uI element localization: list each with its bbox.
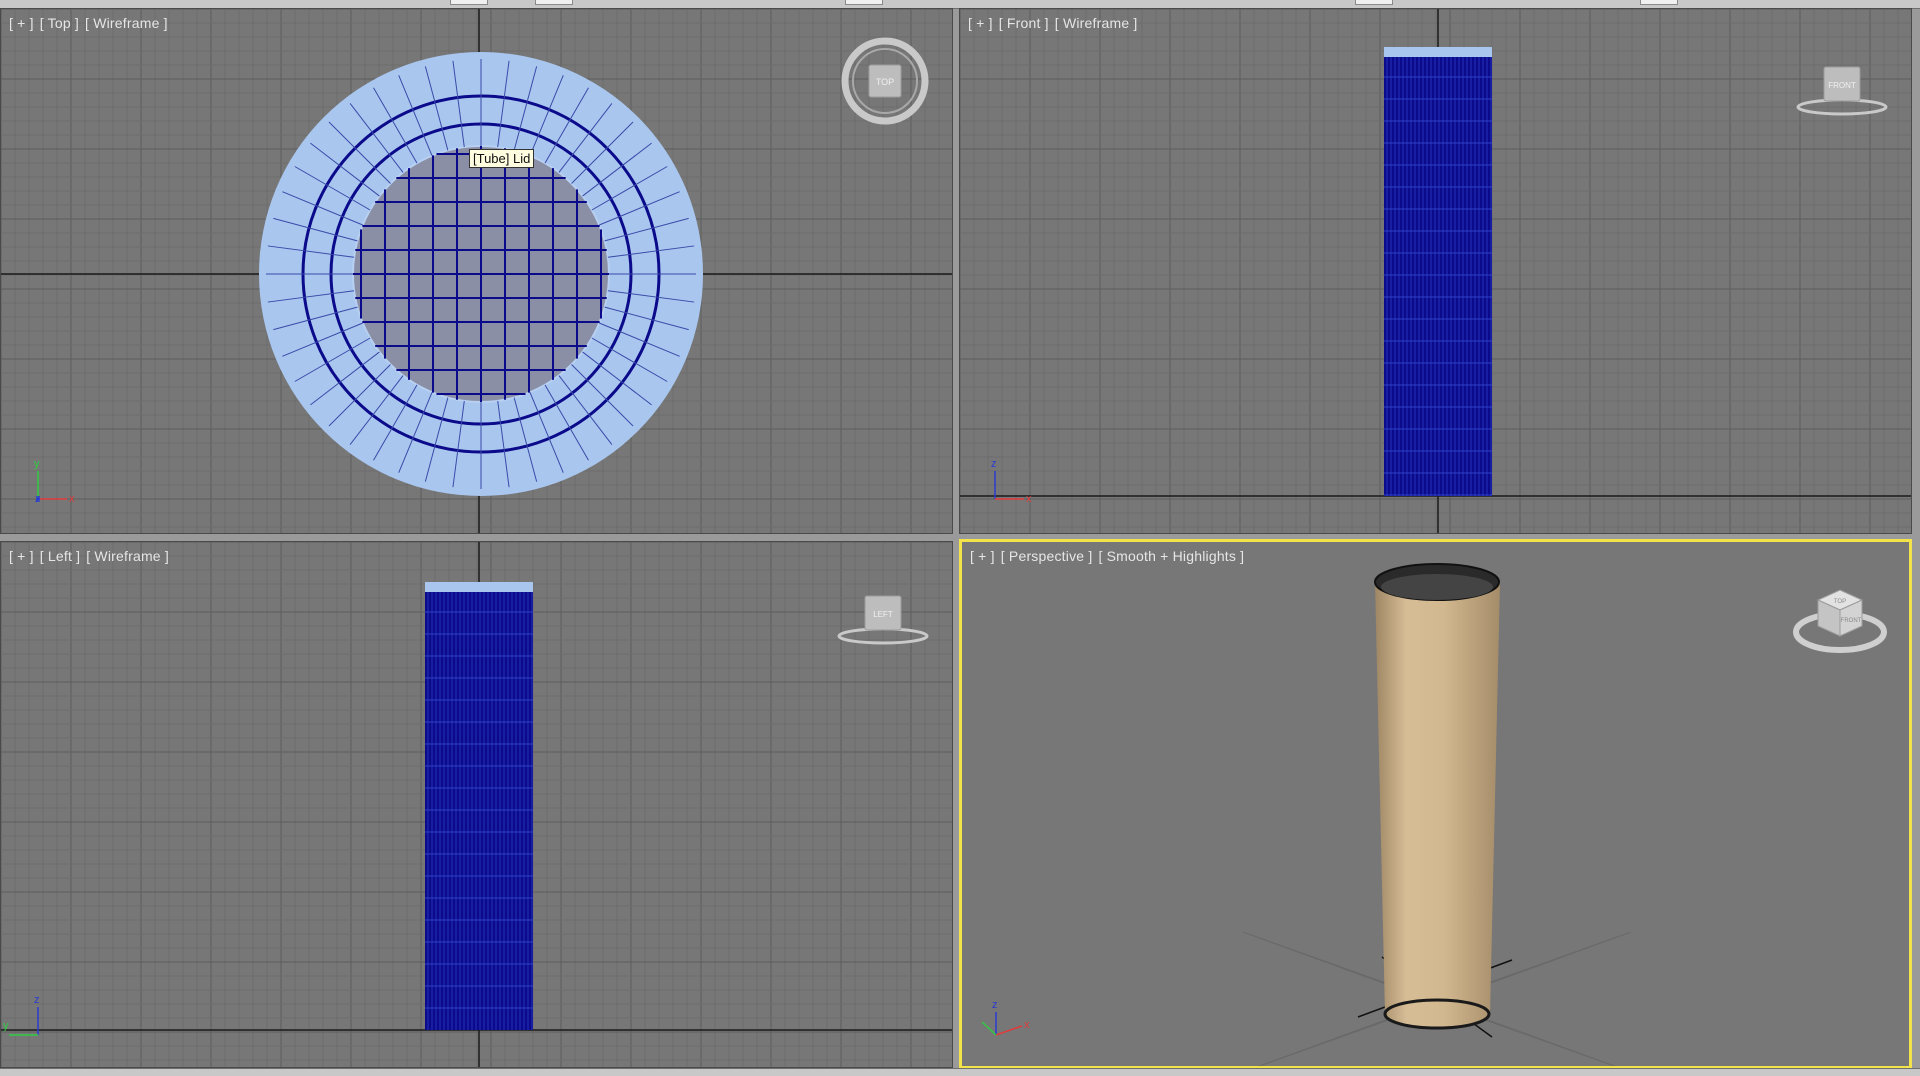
viewcube-label-front: FRONT (1841, 618, 1862, 624)
viewport-front-canvas[interactable]: z x (960, 9, 1912, 534)
viewport-left-canvas[interactable]: z y (1, 542, 953, 1068)
viewport-label: [ + ] [ Top ] [ Wireframe ] (9, 15, 174, 31)
tube-body[interactable] (1375, 582, 1500, 1029)
tube-lid-edge[interactable] (1384, 47, 1492, 57)
viewport-view-menu[interactable]: [ Perspective ] (1001, 548, 1093, 564)
axis-tripod: z y (3, 994, 40, 1036)
viewport-perspective-canvas[interactable]: z x (962, 542, 1909, 1066)
viewcube-left[interactable]: LEFT (833, 586, 933, 646)
axis-label-x: x (1026, 493, 1032, 505)
viewport-label: [ + ] [ Left ] [ Wireframe ] (9, 548, 175, 564)
axis-label-z: z (991, 458, 997, 470)
object-tooltip: [Tube] Lid (469, 149, 535, 168)
viewport-shading-menu[interactable]: [ Wireframe ] (86, 548, 169, 564)
axis-label-z: z (34, 994, 40, 1006)
viewcube-label: LEFT (873, 610, 893, 619)
viewcube-front[interactable]: FRONT (1792, 57, 1892, 117)
viewport-top-canvas[interactable]: y x z (1, 9, 953, 534)
toolbar-tab[interactable] (535, 0, 573, 5)
tube-lid-edge[interactable] (425, 582, 533, 592)
axis-label-z: z (992, 999, 998, 1011)
axis-label-z: z (35, 493, 41, 505)
viewport-label: [ + ] [ Perspective ] [ Smooth + Highlight… (970, 548, 1250, 564)
axis-label-y: y (34, 458, 40, 470)
viewport-view-menu[interactable]: [ Top ] (40, 15, 79, 31)
viewcube-label: FRONT (1828, 81, 1856, 90)
toolbar-tab[interactable] (845, 0, 883, 5)
viewport-perspective[interactable]: z x [ + ] [ Perspective ] [ Smooth + Highl… (959, 539, 1912, 1069)
viewcube-perspective[interactable]: TOP FRONT (1790, 582, 1890, 657)
tube-shaded[interactable] (1374, 563, 1500, 1030)
viewcube-label-top: TOP (1834, 599, 1846, 605)
viewcube-top[interactable]: TOP (839, 35, 931, 127)
axis-label-x: x (69, 493, 75, 505)
viewport-shading-menu[interactable]: [ Smooth + Highlights ] (1098, 548, 1244, 564)
viewport-menu-button[interactable]: [ + ] (968, 15, 993, 31)
toolbar-tab[interactable] (450, 0, 488, 5)
viewport-view-menu[interactable]: [ Front ] (999, 15, 1049, 31)
viewport-front[interactable]: z x [ + ] [ Front ] [ Wireframe ] FRONT (959, 8, 1912, 534)
tube-body[interactable] (425, 586, 533, 1030)
viewport-label: [ + ] [ Front ] [ Wireframe ] (968, 15, 1144, 31)
viewport-menu-button[interactable]: [ + ] (970, 548, 995, 564)
viewport-menu-button[interactable]: [ + ] (9, 548, 34, 564)
toolbar-tab[interactable] (1640, 0, 1678, 5)
tube-wireframe[interactable] (425, 582, 533, 1030)
axis-tripod: z x (991, 458, 1032, 505)
viewport-view-menu[interactable]: [ Left ] (40, 548, 81, 564)
viewport-menu-button[interactable]: [ + ] (9, 15, 34, 31)
tube-inner (1381, 574, 1493, 600)
axis-tripod: z x (981, 999, 1030, 1036)
viewport-top[interactable]: y x z [ + ] [ Top ] [ Wireframe ] [Tube] L… (0, 8, 953, 534)
viewport-left[interactable]: z y [ + ] [ Left ] [ Wireframe ] LEFT (0, 541, 953, 1068)
tube-wireframe[interactable] (1384, 47, 1492, 496)
toolbar-tab[interactable] (1355, 0, 1393, 5)
viewport-shading-menu[interactable]: [ Wireframe ] (85, 15, 168, 31)
axis-label-y: y (3, 1020, 9, 1032)
axis-label-x: x (1024, 1019, 1030, 1031)
viewport-shading-menu[interactable]: [ Wireframe ] (1055, 15, 1138, 31)
tube-lid-wireframe[interactable] (259, 52, 703, 496)
axis-tripod: y x z (34, 458, 75, 505)
viewcube-label: TOP (876, 77, 894, 87)
